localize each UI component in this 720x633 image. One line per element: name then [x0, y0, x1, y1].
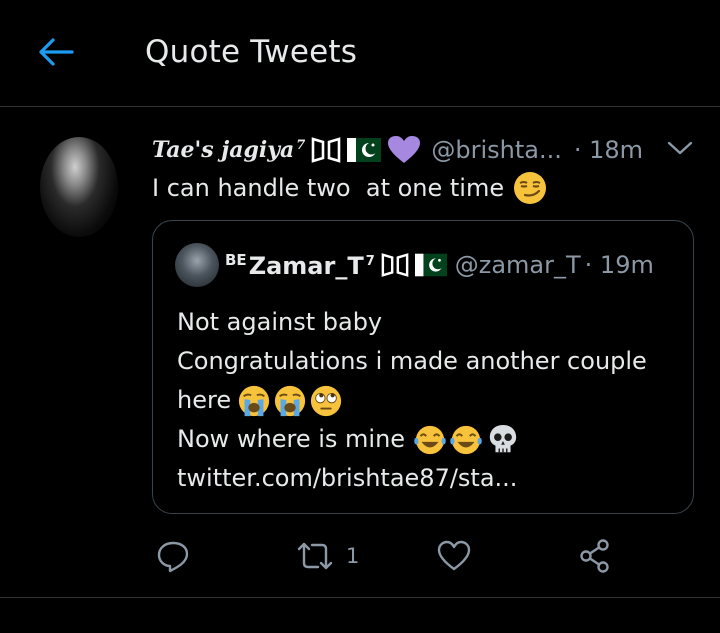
retweet-icon [297, 542, 333, 570]
quoted-line-text: Congratulations i made another couple [177, 347, 647, 375]
quoted-text: Not against baby Congratulations i made … [177, 303, 677, 498]
quoted-name-prefix: BE [225, 250, 247, 269]
quoted-line-text: here [177, 386, 232, 414]
name-superscript: 7 [296, 137, 306, 153]
reply-icon [157, 541, 189, 573]
quoted-handle: @zamar_T [454, 251, 581, 279]
avatar[interactable] [40, 137, 118, 237]
quoted-line: twitter.com/brishtae87/sta... [177, 459, 677, 498]
display-name-text: Tae's jagiya [152, 137, 295, 163]
quoted-line-text: Not against baby [177, 308, 383, 336]
share-icon [580, 539, 609, 573]
bts-logo-icon [311, 136, 341, 164]
more-options-button[interactable] [665, 136, 695, 160]
crying-face-icon [274, 385, 306, 416]
crying-face-icon [238, 385, 270, 416]
tweet-actions: 1 [0, 530, 720, 582]
chevron-down-icon [667, 141, 693, 155]
quoted-link[interactable]: twitter.com/brishtae87/sta... [177, 459, 517, 498]
tears-of-joy-icon [414, 425, 446, 454]
quoted-timestamp: · 19m [584, 251, 654, 279]
retweet-count: 1 [346, 544, 360, 568]
page-title: Quote Tweets [145, 34, 358, 70]
tweet-header: Tae's jagiya 7 @brishta... · 18m [152, 132, 712, 168]
quoted-line: Congratulations i made another couple [177, 342, 677, 381]
quoted-name-superscript: 7 [365, 253, 375, 269]
quoted-display-name: BEZamar_T 7 [225, 251, 375, 280]
tears-of-joy-icon [450, 425, 482, 454]
eye-roll-face-icon [310, 385, 342, 416]
pakistan-flag-icon [414, 253, 447, 277]
purple-heart-icon [387, 135, 421, 165]
quoted-line-text: Now where is mine [177, 425, 406, 453]
pakistan-flag-icon [347, 138, 382, 162]
tweet-text: I can handle two at one time [152, 170, 548, 206]
handle[interactable]: @brishta... [431, 136, 562, 164]
quoted-name-text: Zamar_T [248, 251, 364, 280]
arrow-left-icon [39, 38, 74, 66]
timestamp[interactable]: · 18m [574, 136, 643, 164]
share-button[interactable] [578, 538, 612, 574]
display-name[interactable]: Tae's jagiya 7 [152, 137, 305, 163]
quoted-line: Now where is mine [177, 420, 677, 459]
quoted-header: BEZamar_T 7 @zamar_T · 19m [225, 245, 654, 285]
reply-button[interactable] [156, 538, 190, 574]
quoted-line: Not against baby [177, 303, 677, 342]
retweet-button[interactable]: 1 [296, 538, 359, 574]
skull-icon [489, 424, 517, 452]
top-bar: Quote Tweets [0, 0, 720, 107]
smirking-face-icon [514, 172, 547, 204]
quoted-tweet-card[interactable]: BEZamar_T 7 @zamar_T · 19m Not against ba… [152, 220, 694, 514]
heart-icon [437, 540, 471, 571]
back-button[interactable] [34, 30, 78, 74]
quoted-avatar [175, 243, 219, 287]
bts-logo-icon [381, 251, 409, 279]
quoted-line: here [177, 381, 677, 420]
tweet-text-content: I can handle two at one time [152, 174, 505, 202]
like-button[interactable] [437, 538, 471, 574]
